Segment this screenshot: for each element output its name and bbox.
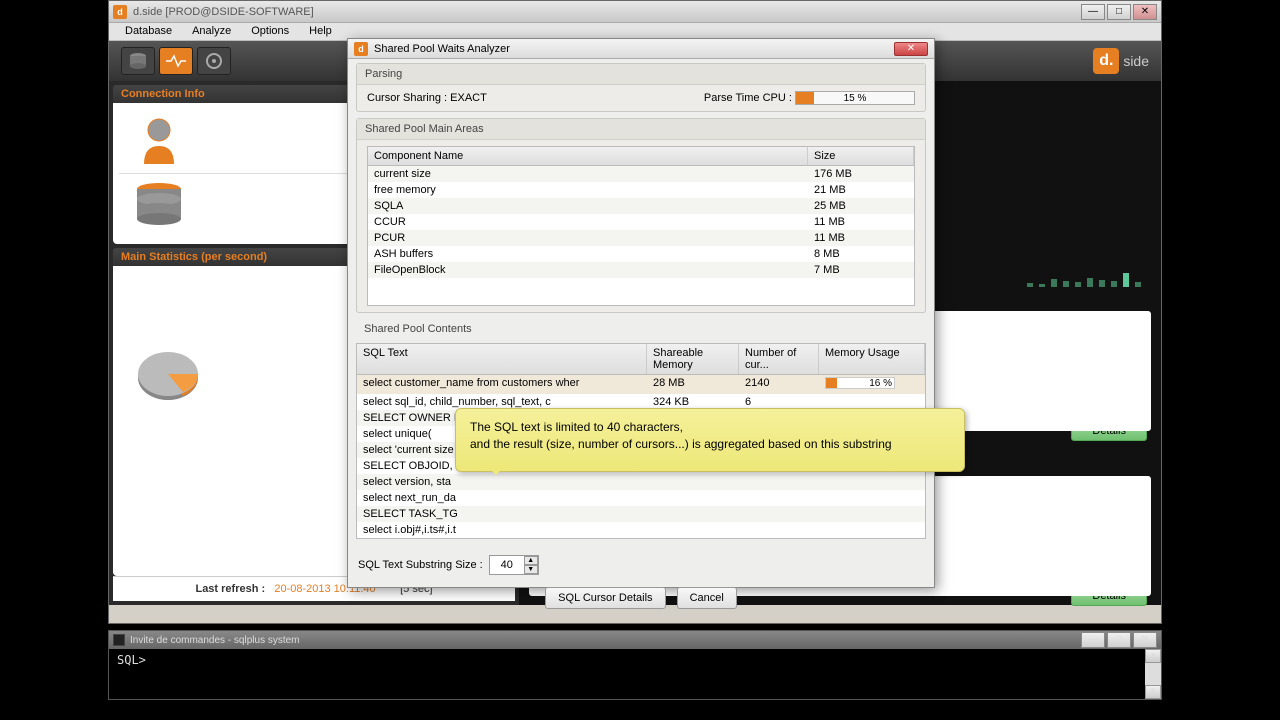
parse-time-label: Parse Time CPU : — [704, 92, 792, 104]
console-window: Invite de commandes - sqlplus system — □… — [108, 630, 1162, 700]
toolbar-settings-icon[interactable] — [197, 47, 231, 75]
brand-icon: d. — [1093, 48, 1119, 74]
brand: d. side — [1093, 48, 1149, 74]
table-row[interactable]: FileOpenBlock7 MB — [368, 262, 914, 278]
parse-time-value: 15 % — [796, 92, 914, 106]
console-minimize-button[interactable]: — — [1081, 632, 1105, 648]
col-header[interactable]: Shareable Memory — [647, 344, 739, 374]
dialog-icon: d — [354, 42, 368, 56]
shared-pool-dialog: d Shared Pool Waits Analyzer ✕ Parsing C… — [347, 38, 935, 588]
help-tooltip: The SQL text is limited to 40 characters… — [455, 408, 965, 472]
col-header[interactable]: Component Name — [368, 147, 808, 165]
main-areas-group: Shared Pool Main Areas Component Name Si… — [356, 118, 926, 313]
substring-size-label: SQL Text Substring Size : — [358, 559, 483, 571]
col-header[interactable]: Size — [808, 147, 914, 165]
cursor-sharing-value: EXACT — [450, 92, 487, 104]
table-row[interactable]: free memory21 MB — [368, 182, 914, 198]
table-row[interactable]: select next_run_da — [357, 490, 925, 506]
main-areas-label: Shared Pool Main Areas — [357, 119, 925, 140]
table-row[interactable]: select i.obj#,i.ts#,i.t — [357, 522, 925, 538]
console-titlebar[interactable]: Invite de commandes - sqlplus system — □… — [109, 631, 1161, 649]
toolbar-db-icon[interactable] — [121, 47, 155, 75]
menu-help[interactable]: Help — [299, 23, 342, 40]
brand-text: side — [1123, 53, 1149, 69]
table-row[interactable]: SQLA25 MB — [368, 198, 914, 214]
table-row[interactable]: CCUR11 MB — [368, 214, 914, 230]
table-row[interactable]: PCUR11 MB — [368, 230, 914, 246]
col-header[interactable]: SQL Text — [357, 344, 647, 374]
maximize-button[interactable]: □ — [1107, 4, 1131, 20]
table-row[interactable]: ASH buffers8 MB — [368, 246, 914, 262]
spinner-up-button[interactable]: ▲ — [524, 556, 538, 565]
console-body[interactable]: SQL> ▲ ▼ — [109, 649, 1161, 699]
menu-analyze[interactable]: Analyze — [182, 23, 241, 40]
refresh-label: Last refresh : — [195, 583, 265, 595]
window-title: d.side [PROD@DSIDE-SOFTWARE] — [133, 6, 1081, 18]
menu-options[interactable]: Options — [241, 23, 299, 40]
console-maximize-button[interactable]: □ — [1107, 632, 1131, 648]
toolbar-activity-icon[interactable] — [159, 47, 193, 75]
console-close-button[interactable]: ✕ — [1133, 632, 1157, 648]
spinner-down-button[interactable]: ▼ — [524, 565, 538, 574]
database-icon — [119, 178, 199, 234]
console-prompt: SQL> — [117, 653, 146, 667]
tooltip-line: and the result (size, number of cursors.… — [470, 436, 950, 453]
console-title: Invite de commandes - sqlplus system — [130, 635, 1081, 646]
minimize-button[interactable]: — — [1081, 4, 1105, 20]
table-row[interactable]: current size176 MB — [368, 166, 914, 182]
console-icon — [113, 634, 125, 646]
console-scrollbar[interactable]: ▲ ▼ — [1145, 649, 1161, 699]
pie-chart-icon — [133, 346, 203, 406]
parsing-group: Parsing Cursor Sharing : EXACT Parse Tim… — [356, 63, 926, 112]
app-icon: d — [113, 5, 127, 19]
substring-size-spinner[interactable]: ▲ ▼ — [489, 555, 539, 575]
table-row[interactable]: select customer_name from customers wher… — [357, 375, 925, 394]
close-button[interactable]: ✕ — [1133, 4, 1157, 20]
user-icon — [119, 113, 199, 169]
sql-cursor-details-button[interactable]: SQL Cursor Details — [545, 587, 665, 609]
dialog-titlebar[interactable]: d Shared Pool Waits Analyzer ✕ — [348, 39, 934, 59]
activity-bars — [1027, 271, 1141, 287]
tooltip-line: The SQL text is limited to 40 characters… — [470, 419, 950, 436]
col-header[interactable]: Number of cur... — [739, 344, 819, 374]
scroll-down-button[interactable]: ▼ — [1145, 685, 1161, 699]
contents-label: Shared Pool Contents — [356, 319, 926, 339]
table-row[interactable]: select version, sta — [357, 474, 925, 490]
dialog-title: Shared Pool Waits Analyzer — [374, 43, 894, 55]
table-row[interactable]: SELECT TASK_TG — [357, 506, 925, 522]
main-titlebar[interactable]: d d.side [PROD@DSIDE-SOFTWARE] — □ ✕ — [109, 1, 1161, 23]
col-header[interactable]: Memory Usage — [819, 344, 925, 374]
cursor-sharing-label: Cursor Sharing : — [367, 92, 447, 104]
main-areas-grid[interactable]: Component Name Size current size176 MBfr… — [367, 146, 915, 306]
dialog-close-button[interactable]: ✕ — [894, 42, 928, 56]
substring-size-input[interactable] — [490, 556, 524, 574]
parsing-label: Parsing — [357, 64, 925, 85]
scroll-up-button[interactable]: ▲ — [1145, 649, 1161, 663]
cancel-button[interactable]: Cancel — [677, 587, 737, 609]
menu-database[interactable]: Database — [115, 23, 182, 40]
parse-time-bar: 15 % — [795, 91, 915, 105]
